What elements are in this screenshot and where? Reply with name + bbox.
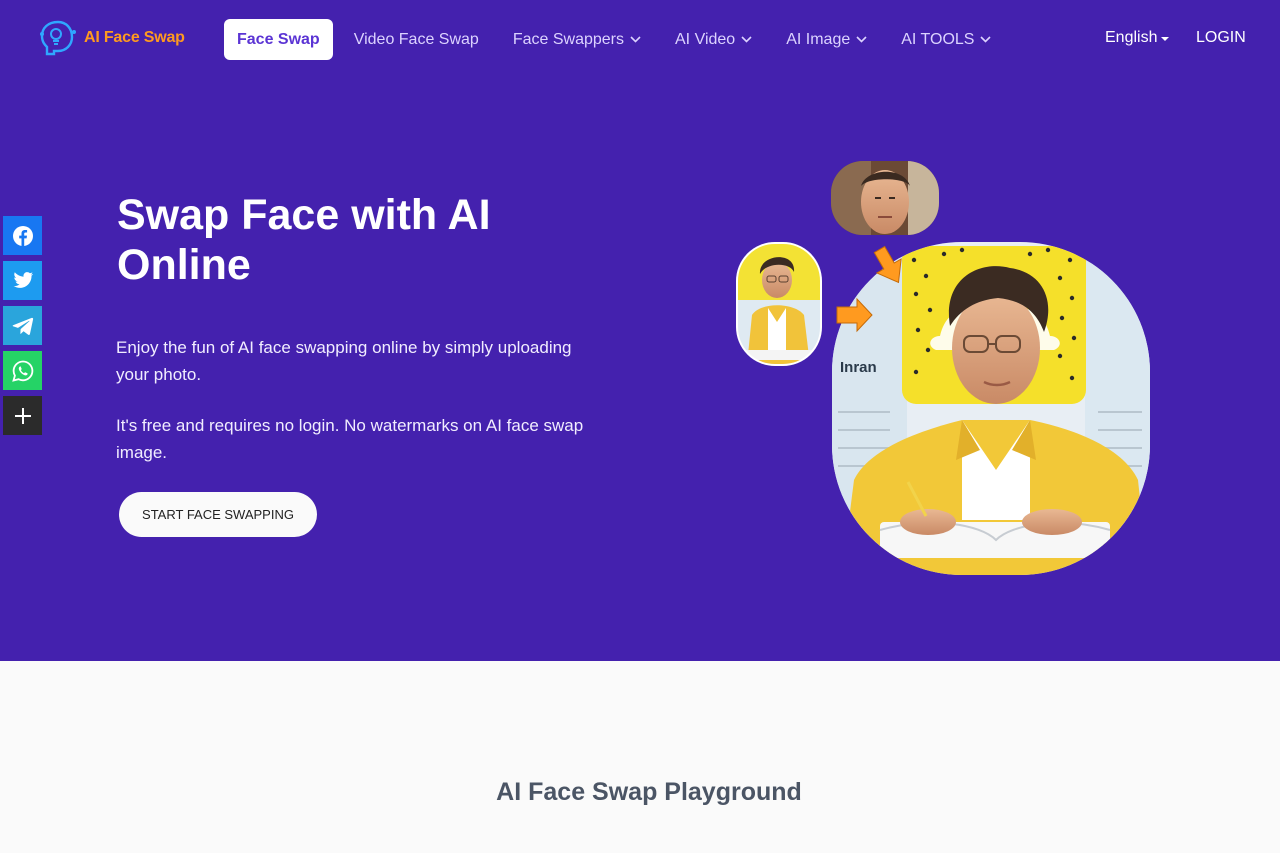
- original-photo: [737, 243, 821, 365]
- caret-down-icon: [1161, 37, 1170, 41]
- nav-label: Face Swappers: [512, 30, 624, 48]
- nav-label: Video Face Swap: [353, 30, 479, 48]
- chevron-down-icon: [741, 36, 752, 43]
- share-telegram-button[interactable]: [3, 306, 42, 345]
- nav-ai-tools[interactable]: AI TOOLS: [884, 19, 1008, 60]
- language-selector[interactable]: English: [1105, 29, 1170, 47]
- playground-title: AI Face Swap Playground: [496, 778, 802, 806]
- nav-video-face-swap[interactable]: Video Face Swap: [337, 19, 496, 60]
- telegram-icon: [12, 317, 33, 335]
- illustration-name-label: Inran: [840, 359, 877, 376]
- share-bar: [3, 216, 42, 435]
- nav-label: AI Video: [675, 30, 736, 48]
- start-face-swapping-button[interactable]: START FACE SWAPPING: [119, 492, 317, 537]
- hero-section: AI Face Swap Face Swap Video Face Swap F…: [0, 0, 1280, 661]
- nav-ai-video[interactable]: AI Video: [658, 19, 769, 60]
- share-twitter-button[interactable]: [3, 261, 42, 300]
- whatsapp-icon: [11, 360, 33, 382]
- nav-label: AI TOOLS: [901, 30, 975, 48]
- chevron-down-icon: [630, 36, 641, 43]
- login-link[interactable]: LOGIN: [1196, 29, 1246, 47]
- nav-label: Face Swap: [237, 30, 320, 48]
- share-facebook-button[interactable]: [3, 216, 42, 255]
- twitter-icon: [13, 271, 33, 288]
- nav-label: AI Image: [786, 30, 851, 48]
- hero-note: It's free and requires no login. No wate…: [116, 416, 584, 462]
- nav-face-swappers[interactable]: Face Swappers: [496, 19, 658, 60]
- language-label: English: [1105, 29, 1158, 46]
- nav-face-swap[interactable]: Face Swap: [224, 19, 333, 60]
- share-more-button[interactable]: [3, 396, 42, 435]
- plus-icon: [14, 407, 31, 424]
- chevron-down-icon: [980, 36, 992, 43]
- hero-description: Enjoy the fun of AI face swapping online…: [116, 338, 572, 384]
- swapped-photo: Inran: [832, 242, 1150, 575]
- hero-title: Swap Face with AI Online: [117, 191, 491, 289]
- chevron-down-icon: [856, 36, 867, 43]
- brain-logo-icon: [40, 20, 76, 56]
- site-logo[interactable]: AI Face Swap: [36, 18, 185, 58]
- main-nav: Face Swap Video Face Swap Face Swappers …: [224, 19, 1008, 60]
- nav-ai-image[interactable]: AI Image: [769, 19, 884, 60]
- logo-text: AI Face Swap: [84, 29, 185, 46]
- source-face-photo: [831, 161, 939, 235]
- face-swap-illustration: Inran: [736, 161, 1150, 575]
- facebook-icon: [12, 225, 33, 246]
- share-whatsapp-button[interactable]: [3, 351, 42, 390]
